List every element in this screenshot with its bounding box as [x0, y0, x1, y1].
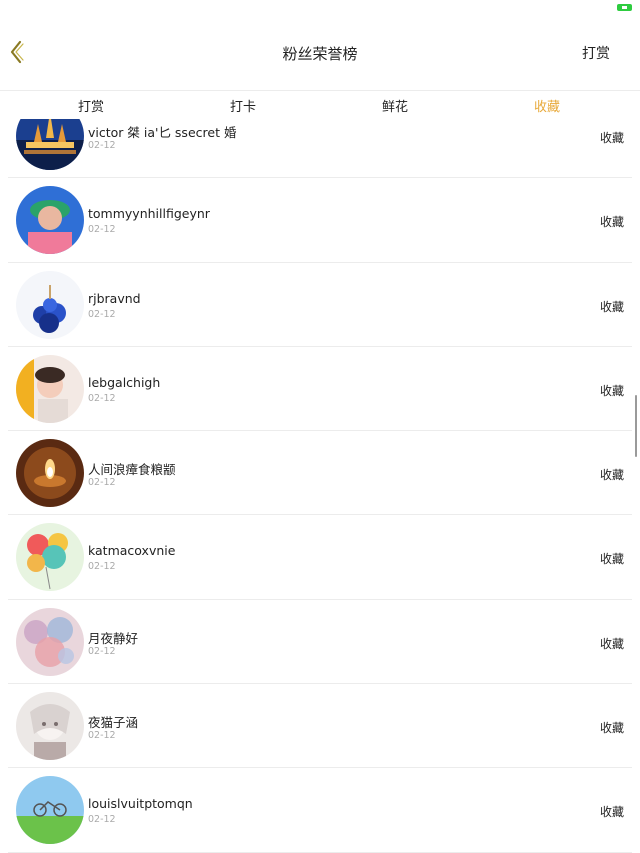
item-date: 02-12	[88, 730, 116, 742]
user-name: victor 桀 ia'匕 ssecret 婚	[88, 125, 237, 140]
user-name: 人间浪瘴食粮颛	[88, 462, 176, 478]
tab-flowers[interactable]: 鲜花	[365, 96, 425, 115]
list-item[interactable]: victor 桀 ia'匕 ssecret 婚 02-12 收藏	[0, 119, 640, 179]
fan-list[interactable]: victor 桀 ia'匕 ssecret 婚 02-12 收藏 tommyyn…	[0, 119, 640, 853]
user-name: louislvuitptomqn	[88, 796, 193, 812]
item-date: 02-12	[88, 645, 116, 657]
list-item[interactable]: louislvuitptomqn 02-12 收藏	[0, 768, 640, 853]
page-title: 粉丝荣誉榜	[282, 45, 358, 63]
screen: 粉丝荣誉榜 打赏 打赏 打卡 鲜花 收藏 victor 桀 ia'匕 ssecr…	[0, 0, 640, 853]
avatar	[16, 607, 84, 676]
avatar	[16, 692, 84, 761]
avatar	[16, 354, 84, 423]
nav-bar: 粉丝荣誉榜 打赏	[0, 16, 640, 90]
avatar	[16, 523, 84, 592]
tab-checkin[interactable]: 打卡	[213, 96, 273, 115]
avatar	[16, 186, 84, 255]
item-date: 02-12	[88, 224, 116, 236]
avatar	[16, 776, 84, 845]
item-date: 02-12	[88, 308, 116, 320]
item-date: 02-12	[88, 392, 116, 404]
fan-list-content: victor 桀 ia'匕 ssecret 婚 02-12 收藏 tommyyn…	[0, 119, 640, 853]
tab-bar: 打赏 打卡 鲜花 收藏	[0, 90, 640, 119]
item-action-label: 收藏	[599, 636, 624, 651]
tab-favorites[interactable]: 收藏	[517, 96, 577, 115]
battery-icon	[617, 4, 632, 11]
user-name: lebgalchigh	[88, 374, 161, 390]
user-name: rjbravnd	[88, 290, 141, 306]
item-action-label: 收藏	[599, 215, 624, 230]
user-name: 月夜静好	[88, 630, 139, 646]
status-bar	[0, 0, 640, 16]
item-action-label: 收藏	[599, 468, 624, 483]
user-name: tommyynhillfigeynr	[88, 206, 210, 222]
item-action-label: 收藏	[599, 721, 624, 736]
list-item[interactable]: rjbravnd 02-12 收藏	[0, 263, 640, 348]
item-action-label: 收藏	[599, 383, 624, 398]
tab-reward[interactable]: 打赏	[61, 96, 121, 115]
scrollbar[interactable]	[635, 395, 637, 457]
avatar	[16, 119, 84, 170]
user-name: katmacoxvnie	[88, 543, 176, 559]
list-item[interactable]: tommyynhillfigeynr 02-12 收藏	[0, 178, 640, 263]
item-action-label: 收藏	[599, 131, 624, 145]
list-item[interactable]: lebgalchigh 02-12 收藏	[0, 347, 640, 432]
avatar	[16, 270, 84, 339]
item-date: 02-12	[88, 140, 116, 151]
list-item[interactable]: katmacoxvnie 02-12 收藏	[0, 515, 640, 601]
item-action-label: 收藏	[599, 805, 624, 820]
item-date: 02-12	[88, 814, 116, 826]
item-date: 02-12	[88, 561, 116, 573]
item-action-label: 收藏	[599, 552, 624, 567]
avatar	[16, 439, 84, 508]
list-item[interactable]: 月夜静好 02-12 收藏	[0, 600, 640, 685]
item-date: 02-12	[88, 477, 116, 489]
user-name: 夜猫子涵	[88, 715, 139, 731]
list-item[interactable]: 夜猫子涵 02-12 收藏	[0, 684, 640, 769]
list-item[interactable]: 人间浪瘴食粮颛 02-12 收藏	[0, 431, 640, 516]
reward-button[interactable]: 打赏	[582, 43, 610, 63]
item-action-label: 收藏	[599, 299, 624, 314]
